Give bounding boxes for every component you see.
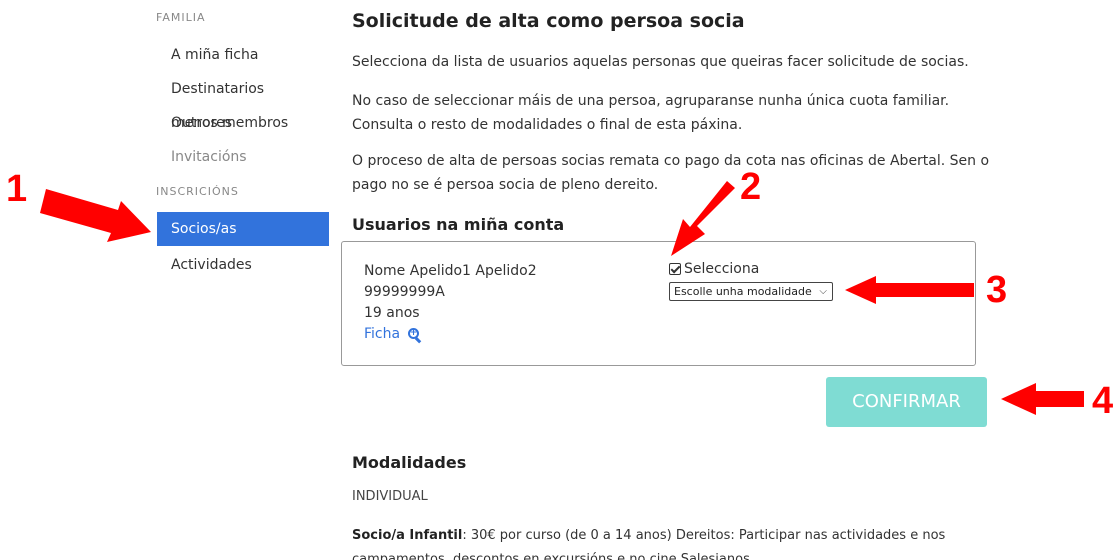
- annotation-arrow-2: [671, 181, 735, 256]
- annotation-arrows: [40, 181, 1084, 415]
- annotation-arrow-3: [845, 276, 974, 304]
- annotation-number-3: 3: [986, 269, 1008, 311]
- annotation-number-4: 4: [1092, 380, 1114, 422]
- annotation-arrow-4: [1001, 383, 1084, 415]
- annotation-number-1: 1: [6, 168, 28, 210]
- annotation-arrow-1: [40, 189, 151, 242]
- annotation-number-2: 2: [740, 166, 762, 208]
